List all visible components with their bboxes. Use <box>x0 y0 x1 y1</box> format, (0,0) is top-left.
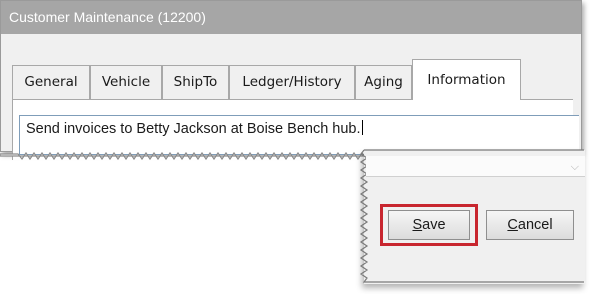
text-caret <box>361 120 363 135</box>
tab-shipto[interactable]: ShipTo <box>162 65 229 99</box>
window-title: Customer Maintenance (12200) <box>1 1 581 34</box>
tab-general[interactable]: General <box>12 65 90 99</box>
chevron-down-icon[interactable]: ⌵ <box>571 160 579 174</box>
information-notes-text: Send invoices to Betty Jackson at Boise … <box>26 121 361 137</box>
tab-information[interactable]: Information <box>412 59 521 100</box>
cancel-label-rest: ancel <box>517 217 553 233</box>
tab-ledger-history[interactable]: Ledger/History <box>229 65 355 99</box>
tab-vehicle[interactable]: Vehicle <box>90 65 162 99</box>
cancel-button[interactable]: Cancel <box>486 210 574 240</box>
cancel-label-mnemonic: C <box>507 217 518 233</box>
dropdown-field[interactable]: ⌵ <box>366 156 585 177</box>
save-cancel-dialog: ⌵ Save Cancel <box>359 149 585 284</box>
save-label-mnemonic: S <box>412 217 423 233</box>
save-label-rest: ave <box>422 217 446 233</box>
save-button[interactable]: Save <box>388 210 470 240</box>
tab-aging[interactable]: Aging <box>355 65 412 99</box>
